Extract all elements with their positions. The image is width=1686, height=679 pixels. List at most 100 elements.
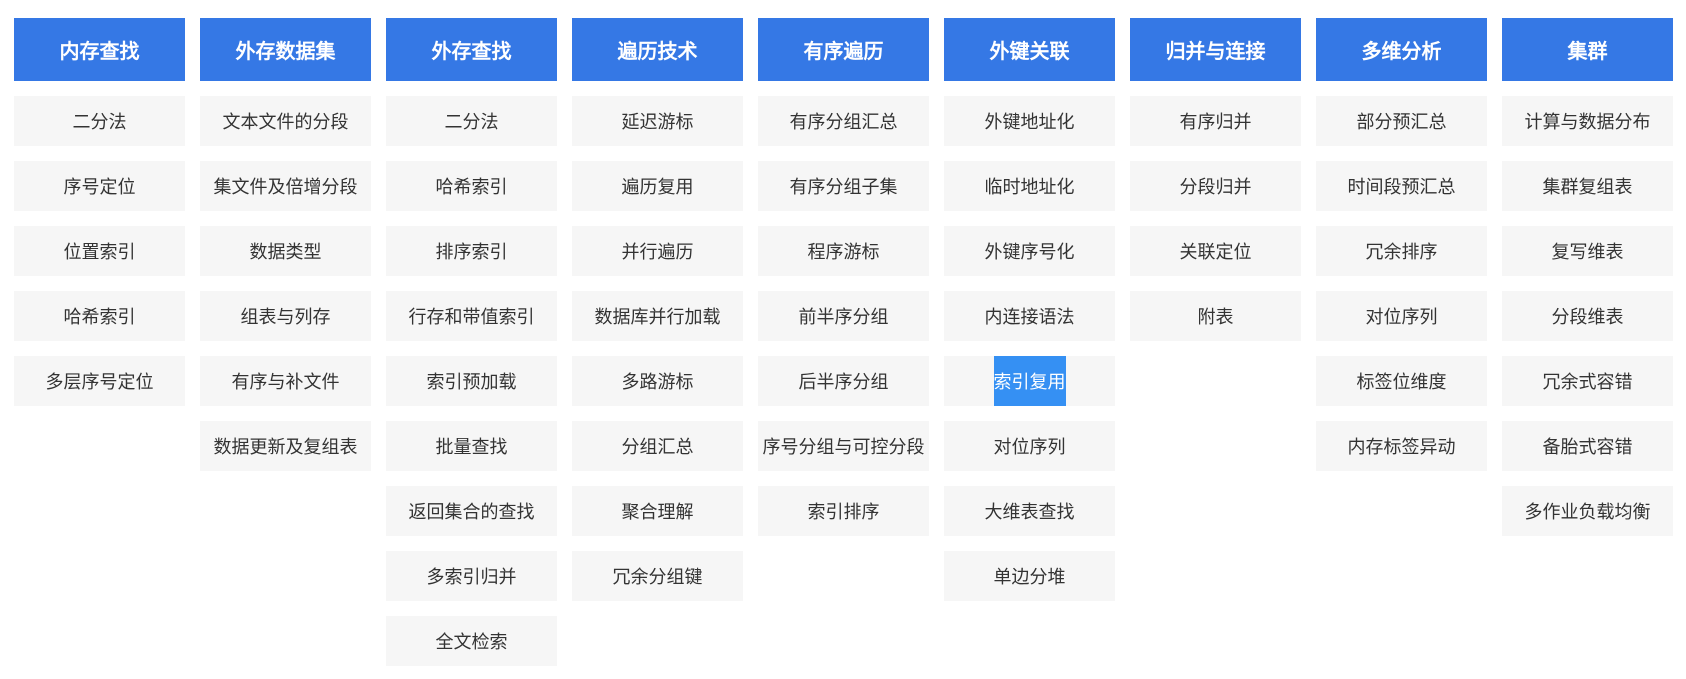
menu-item[interactable]: 有序归并 <box>1130 96 1301 146</box>
menu-item-highlighted[interactable]: 索引复用 <box>944 356 1115 406</box>
column-header[interactable]: 归并与连接 <box>1130 18 1301 81</box>
menu-item[interactable]: 冗余式容错 <box>1502 356 1673 406</box>
menu-item[interactable]: 数据库并行加载 <box>572 291 743 341</box>
menu-item-label: 备胎式容错 <box>1542 437 1633 458</box>
menu-item[interactable]: 冗余分组键 <box>572 551 743 601</box>
menu-item-label: 计算与数据分布 <box>1524 112 1651 133</box>
menu-item-label: 遍历复用 <box>621 177 694 198</box>
topic-menu: 内存查找 二分法 序号定位 位置索引 哈希索引 多层序号定位 外存数据集 文本文件的分段 集文件… <box>14 18 1673 666</box>
menu-item[interactable]: 内连接语法 <box>944 291 1115 341</box>
column-header[interactable]: 外键关联 <box>944 18 1115 81</box>
menu-item[interactable]: 全文检索 <box>386 616 557 666</box>
menu-item[interactable]: 多作业负载均衡 <box>1502 486 1673 536</box>
menu-item-label: 返回集合的查找 <box>408 502 535 523</box>
menu-item[interactable]: 临时地址化 <box>944 161 1115 211</box>
menu-item[interactable]: 附表 <box>1130 291 1301 341</box>
column-item-list: 外键地址化临时地址化外键序号化内连接语法索引复用对位序列大维表查找单边分堆 <box>944 96 1115 601</box>
menu-item[interactable]: 索引预加载 <box>386 356 557 406</box>
menu-item-label: 组表与列存 <box>240 307 331 328</box>
menu-item-label: 前半序分组 <box>798 307 889 328</box>
menu-item[interactable]: 延迟游标 <box>572 96 743 146</box>
menu-item[interactable]: 批量查找 <box>386 421 557 471</box>
menu-item[interactable]: 内存标签异动 <box>1316 421 1487 471</box>
menu-item[interactable]: 哈希索引 <box>386 161 557 211</box>
menu-item[interactable]: 复写维表 <box>1502 226 1673 276</box>
menu-item[interactable]: 组表与列存 <box>200 291 371 341</box>
menu-item[interactable]: 多索引归并 <box>386 551 557 601</box>
menu-item[interactable]: 对位序列 <box>944 421 1115 471</box>
menu-item[interactable]: 并行遍历 <box>572 226 743 276</box>
menu-item-label: 对位序列 <box>1365 307 1438 328</box>
column-item-list: 有序归并分段归并关联定位附表 <box>1130 96 1301 341</box>
menu-column: 集群计算与数据分布集群复组表复写维表分段维表冗余式容错备胎式容错多作业负载均衡 <box>1502 18 1673 666</box>
menu-item[interactable]: 关联定位 <box>1130 226 1301 276</box>
menu-item-label: 有序与补文件 <box>231 372 340 393</box>
menu-item[interactable]: 计算与数据分布 <box>1502 96 1673 146</box>
menu-item[interactable]: 有序与补文件 <box>200 356 371 406</box>
column-header[interactable]: 集群 <box>1502 18 1673 81</box>
menu-item[interactable]: 单边分堆 <box>944 551 1115 601</box>
menu-item-label: 冗余分组键 <box>612 567 703 588</box>
column-header[interactable]: 多维分析 <box>1316 18 1487 81</box>
menu-item[interactable]: 有序分组汇总 <box>758 96 929 146</box>
menu-column: 多维分析部分预汇总时间段预汇总 冗余排序对位序列标签位维度内存标签异动 <box>1316 18 1487 666</box>
column-item-list: 延迟游标遍历复用并行遍历数据库并行加载多路游标分组汇总聚合理解冗余分组键 <box>572 96 743 601</box>
menu-item[interactable]: 位置索引 <box>14 226 185 276</box>
menu-column: 归并与连接有序归并分段归并关联定位附表 <box>1130 18 1301 666</box>
menu-item[interactable]: 外键序号化 <box>944 226 1115 276</box>
column-header[interactable]: 外存数据集 <box>200 18 371 81</box>
column-header[interactable]: 内存查找 <box>14 18 185 81</box>
menu-item[interactable]: 集文件及倍增分段 <box>200 161 371 211</box>
menu-item-label: 数据库并行加载 <box>594 307 721 328</box>
menu-item[interactable]: 二分法 <box>386 96 557 146</box>
menu-item[interactable]: 索引排序 <box>758 486 929 536</box>
menu-item[interactable]: 多层序号定位 <box>14 356 185 406</box>
menu-item-label: 多层序号定位 <box>45 372 154 393</box>
menu-item[interactable]: 序号定位 <box>14 161 185 211</box>
menu-item[interactable]: 遍历复用 <box>572 161 743 211</box>
menu-item[interactable]: 返回集合的查找 <box>386 486 557 536</box>
menu-item[interactable]: 数据类型 <box>200 226 371 276</box>
menu-item[interactable]: 外键地址化 <box>944 96 1115 146</box>
menu-item-label: 冗余式容错 <box>1542 372 1633 393</box>
menu-item[interactable]: 集群复组表 <box>1502 161 1673 211</box>
menu-item[interactable]: 分段维表 <box>1502 291 1673 341</box>
menu-item[interactable]: 文本文件的分段 <box>200 96 371 146</box>
menu-item[interactable]: 部分预汇总 <box>1316 96 1487 146</box>
menu-column: 外存数据集文本文件的分段 集文件及倍增分段 数据类型组表与列存有序与补文件数据更新及… <box>200 18 371 666</box>
menu-item[interactable]: 前半序分组 <box>758 291 929 341</box>
menu-item[interactable]: 标签位维度 <box>1316 356 1487 406</box>
menu-item[interactable]: 排序索引 <box>386 226 557 276</box>
column-item-list: 计算与数据分布集群复组表复写维表分段维表冗余式容错备胎式容错多作业负载均衡 <box>1502 96 1673 536</box>
column-header[interactable]: 有序遍历 <box>758 18 929 81</box>
menu-item[interactable]: 分段归并 <box>1130 161 1301 211</box>
menu-item-label: 聚合理解 <box>621 502 694 523</box>
column-header[interactable]: 外存查找 <box>386 18 557 81</box>
menu-item-label: 哈希索引 <box>435 177 508 198</box>
menu-item[interactable]: 分组汇总 <box>572 421 743 471</box>
menu-item-label: 后半序分组 <box>798 372 889 393</box>
menu-item[interactable]: 序号分组与可控分段 <box>758 421 929 471</box>
menu-item[interactable]: 时间段预汇总 <box>1316 161 1487 211</box>
menu-item[interactable]: 备胎式容错 <box>1502 421 1673 471</box>
menu-item-label: 有序分组子集 <box>789 177 898 198</box>
menu-item[interactable]: 哈希索引 <box>14 291 185 341</box>
menu-item[interactable]: 程序游标 <box>758 226 929 276</box>
menu-item[interactable]: 多路游标 <box>572 356 743 406</box>
menu-item-label: 单边分堆 <box>993 567 1066 588</box>
menu-item-label: 分段维表 <box>1551 307 1624 328</box>
menu-item-label: 多作业负载均衡 <box>1524 502 1651 523</box>
menu-item[interactable]: 大维表查找 <box>944 486 1115 536</box>
menu-item[interactable]: 有序分组子集 <box>758 161 929 211</box>
menu-item[interactable]: 行存和带值索引 <box>386 291 557 341</box>
menu-item[interactable]: 聚合理解 <box>572 486 743 536</box>
column-header[interactable]: 遍历技术 <box>572 18 743 81</box>
menu-item[interactable]: 数据更新及复组表 <box>200 421 371 471</box>
menu-item[interactable]: 对位序列 <box>1316 291 1487 341</box>
menu-item-label: 复写维表 <box>1551 242 1624 263</box>
menu-item[interactable]: 二分法 <box>14 96 185 146</box>
menu-item[interactable]: 后半序分组 <box>758 356 929 406</box>
menu-item-label: 索引预加载 <box>426 372 517 393</box>
menu-column: 外键关联外键地址化临时地址化外键序号化内连接语法索引复用对位序列大维表查找单边分… <box>944 18 1115 666</box>
menu-item[interactable]: 冗余排序 <box>1316 226 1487 276</box>
